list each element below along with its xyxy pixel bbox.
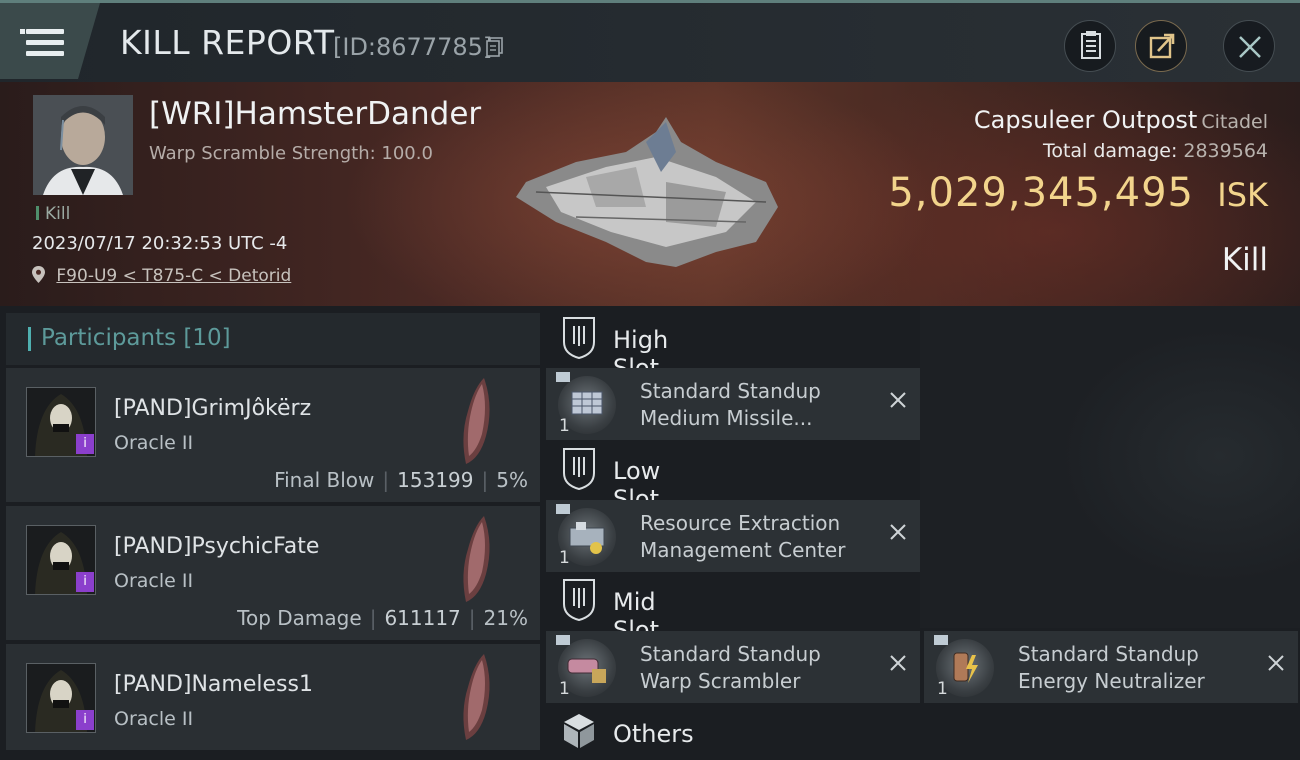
module-item[interactable]: 1 Standard Standup Warp Scrambler: [546, 631, 920, 703]
module-name-line2: Medium Missile...: [640, 406, 813, 430]
total-damage-value: 2839564: [1183, 140, 1268, 162]
participant-stats: Top Damage | 611117 | 21%: [237, 606, 528, 630]
tech-level-icon: [556, 635, 570, 645]
cube-icon: [564, 714, 594, 748]
module-name-line2: Management Center: [640, 538, 846, 562]
share-button[interactable]: [1135, 20, 1187, 72]
participant-ship: Oracle II: [114, 570, 194, 592]
victim-name[interactable]: [WRI]HamsterDander: [149, 96, 481, 132]
total-damage: Total damage: 2839564: [1042, 140, 1268, 162]
module-name: Standard Standup: [1018, 642, 1199, 666]
location-pin-icon: [32, 266, 45, 283]
module-name: Standard Standup: [640, 642, 821, 666]
participants-title: Participants [10]: [41, 325, 231, 351]
location[interactable]: F90-U9 < T875-C < Detorid: [32, 266, 291, 286]
others-label: Others: [613, 720, 694, 748]
participant-name[interactable]: [PAND]PsychicFate: [114, 534, 319, 559]
participant-row[interactable]: i [PAND]PsychicFate Oracle II Top Damage…: [6, 506, 540, 640]
participant-damage: 611117: [384, 606, 461, 630]
participant-tag: Final Blow: [274, 468, 375, 492]
isk-value: 5,029,345,495: [888, 170, 1194, 216]
participant-name[interactable]: [PAND]GrimJôkërz: [114, 396, 311, 421]
module-quantity: 1: [559, 548, 570, 568]
participant-percent: 21%: [483, 606, 528, 630]
high-slot-header: High Slot: [556, 314, 668, 382]
ship-badge-icon: i: [76, 572, 94, 592]
participant-ship: Oracle II: [114, 708, 194, 730]
ship-class: Citadel: [1201, 111, 1268, 133]
close-icon: [1239, 36, 1261, 58]
mid-slot-icon: [563, 579, 595, 622]
share-icon: [1149, 33, 1175, 59]
victim-ship: Capsuleer Outpost Citadel: [973, 106, 1268, 134]
module-name-line2: Energy Neutralizer: [1018, 669, 1205, 693]
destroyed-x-icon: [890, 524, 906, 540]
module-quantity: 1: [937, 679, 948, 699]
destroyed-x-icon: [890, 655, 906, 671]
others-header: Others: [556, 708, 694, 760]
participant-damage: 153199: [397, 468, 474, 492]
page-title: KILL REPORT: [120, 23, 335, 62]
location-link[interactable]: F90-U9 < T875-C < Detorid: [56, 266, 291, 286]
citadel-ship-image: [516, 117, 778, 267]
warp-scramble-strength: Warp Scramble Strength: 100.0: [149, 143, 433, 164]
module-quantity: 1: [559, 416, 570, 436]
kill-banner: [WRI]HamsterDander Warp Scramble Strengt…: [0, 82, 1300, 306]
ship-badge-icon: i: [76, 434, 94, 454]
tech-level-icon: [934, 635, 948, 645]
module-quantity: 1: [559, 679, 570, 699]
participant-stats: Final Blow | 153199 | 5%: [274, 468, 528, 492]
oracle-ship-icon: [463, 516, 490, 602]
kill-result: Kill: [1221, 242, 1268, 278]
module-item[interactable]: 1 Standard Standup Energy Neutralizer: [924, 631, 1298, 703]
clipboard-icon: [1081, 31, 1101, 59]
module-item[interactable]: 1 Standard Standup Medium Missile...: [546, 368, 920, 440]
character-portrait-icon: [33, 95, 133, 195]
participants-header[interactable]: Participants [10]: [6, 313, 540, 365]
close-button[interactable]: [1223, 20, 1275, 72]
event-type: Kill: [36, 204, 70, 224]
menu-button[interactable]: [0, 3, 100, 79]
module-name-line2: Warp Scrambler: [640, 669, 801, 693]
top-bar: KILL REPORT [ID:8677785]: [0, 0, 1300, 82]
participant-row[interactable]: i [PAND]GrimJôkërz Oracle II Final Blow |…: [6, 368, 540, 502]
destroyed-x-icon: [1268, 655, 1284, 671]
isk-unit: ISK: [1217, 176, 1268, 214]
oracle-ship-icon: [463, 378, 490, 464]
tech-level-icon: [556, 504, 570, 514]
module-name: Resource Extraction: [640, 511, 841, 535]
module-item[interactable]: 1 Resource Extraction Management Center: [546, 500, 920, 572]
participant-name[interactable]: [PAND]Nameless1: [114, 672, 313, 697]
destroyed-x-icon: [890, 392, 906, 408]
low-slot-icon: [563, 448, 595, 491]
kill-datetime: 2023/07/17 20:32:53 UTC -4: [32, 233, 288, 254]
oracle-ship-icon: [463, 654, 490, 740]
low-slot-header: Low Slot: [556, 445, 660, 513]
victim-portrait[interactable]: [33, 95, 133, 195]
ship-badge-icon: i: [76, 710, 94, 730]
clipboard-button[interactable]: [1064, 20, 1116, 72]
module-name: Standard Standup: [640, 379, 821, 403]
participant-percent: 5%: [496, 468, 528, 492]
tech-level-icon: [556, 372, 570, 382]
mid-slot-header: Mid Slot: [556, 576, 659, 644]
menu-icon: [20, 29, 25, 34]
report-id: [ID:8677785]: [333, 33, 493, 61]
participant-tag: Top Damage: [237, 606, 362, 630]
high-slot-icon: [563, 317, 595, 360]
copy-icon[interactable]: [486, 37, 504, 57]
participant-row[interactable]: i [PAND]Nameless1 Oracle II: [6, 644, 540, 750]
participant-ship: Oracle II: [114, 432, 194, 454]
